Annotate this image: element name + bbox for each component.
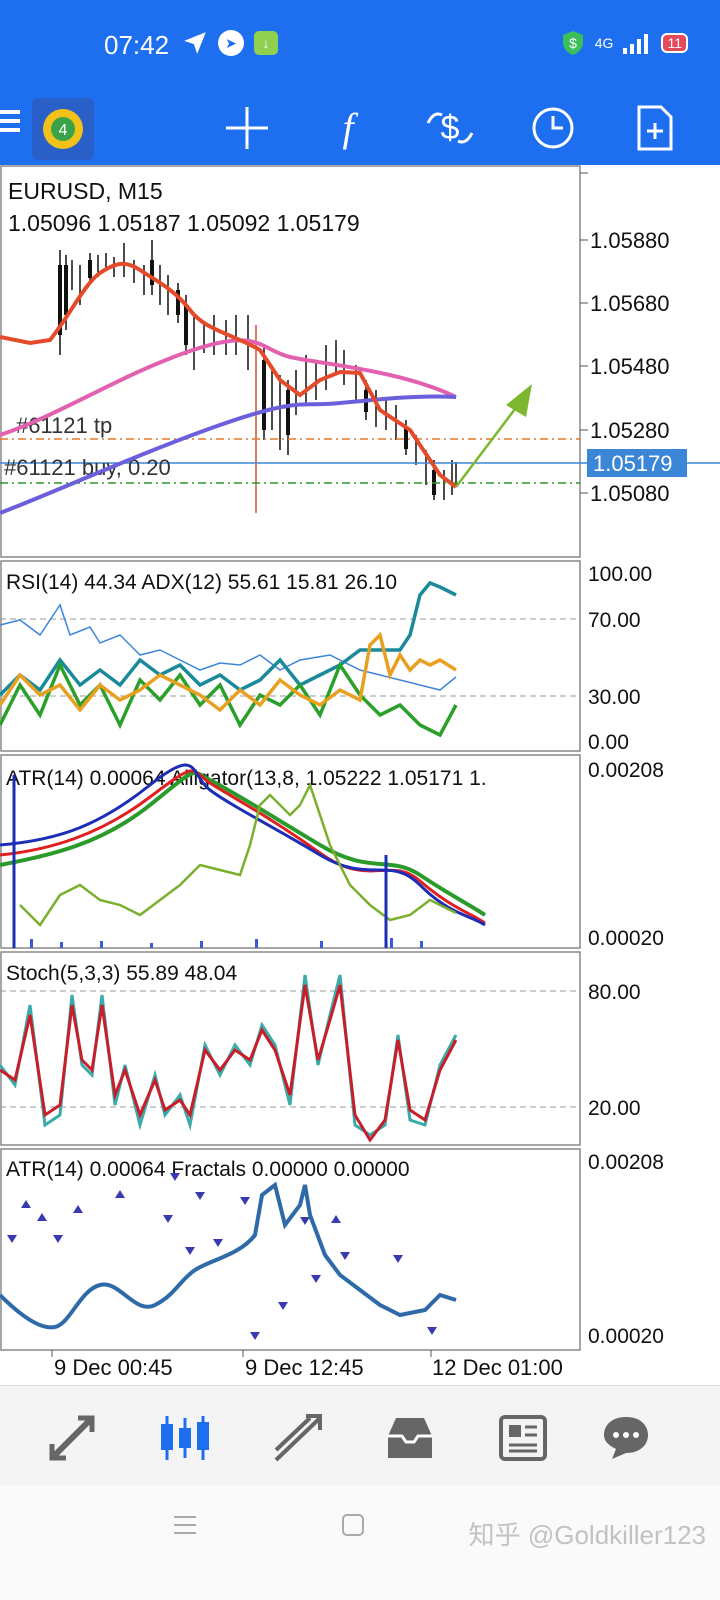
rsi-level-100: 100.00 — [588, 563, 652, 586]
trend-arrows-icon — [49, 1415, 95, 1461]
hamburger-menu-icon[interactable] — [0, 108, 22, 134]
price-level-1: 1.05880 — [590, 228, 670, 253]
chart-canvas[interactable]: EURUSD, M15 1.05096 1.05187 1.05092 1.05… — [0, 165, 720, 1385]
price-level-5: 1.05080 — [590, 481, 670, 506]
svg-text:$: $ — [569, 35, 577, 51]
nav-trade[interactable] — [268, 1408, 328, 1468]
clock: 07:42 — [104, 30, 170, 60]
system-navigation-bar: 知乎 @Goldkiller123 — [0, 1485, 720, 1600]
time-axis: 9 Dec 00:45 9 Dec 12:45 12 Dec 01:00 — [51, 1350, 563, 1380]
add-document-icon — [637, 105, 673, 151]
shield-dollar-icon: $ — [562, 31, 583, 55]
atr-alligator-level-high: 0.00208 — [588, 759, 664, 782]
take-profit-label: #61121 tp — [16, 413, 112, 438]
current-price-value: 1.05179 — [593, 451, 673, 476]
price-level-4: 1.05280 — [590, 418, 670, 443]
function-f-icon: f — [342, 105, 358, 150]
nav-messages[interactable] — [596, 1408, 656, 1468]
ohlc-label: 1.05096 1.05187 1.05092 1.05179 — [8, 210, 360, 236]
symbol-label: EURUSD, M15 — [8, 178, 163, 204]
line-trend-icon — [274, 1414, 322, 1462]
rsi-adx-label: RSI(14) 44.34 ADX(12) 55.61 15.81 26.10 — [6, 571, 397, 594]
system-status-icons: $ 4G 11 — [561, 30, 688, 56]
crosshair-button[interactable] — [219, 100, 275, 156]
rsi-level-30: 30.00 — [588, 686, 641, 709]
svg-text:$: $ — [441, 109, 460, 147]
time-label-3: 12 Dec 01:00 — [432, 1355, 563, 1380]
svg-text:f: f — [342, 105, 358, 150]
dollar-arrows-icon: $ — [426, 109, 474, 147]
nav-news[interactable] — [493, 1408, 553, 1468]
newspaper-icon — [499, 1415, 547, 1461]
stoch-level-80: 80.00 — [588, 981, 641, 1004]
time-label-1: 9 Dec 00:45 — [54, 1355, 173, 1380]
nav-quotes[interactable] — [42, 1408, 102, 1468]
candlestick-icon — [161, 1416, 209, 1460]
atr-alligator-level-low: 0.00020 — [588, 927, 664, 950]
nav-history[interactable] — [380, 1408, 440, 1468]
recent-apps-icon[interactable] — [172, 1513, 198, 1537]
crosshair-icon — [226, 107, 268, 149]
chart-toolbar: 4 f $ — [0, 90, 720, 165]
timeframe-button[interactable] — [525, 100, 581, 156]
atr-alligator-label: ATR(14) 0.00064 Alligator(13,8, 1.05222 … — [6, 767, 487, 790]
metatrader-logo-icon: 4 — [43, 109, 83, 149]
nav-chart[interactable] — [155, 1408, 215, 1468]
time-label-2: 9 Dec 12:45 — [245, 1355, 364, 1380]
price-level-2: 1.05680 — [590, 291, 670, 316]
new-order-button[interactable] — [627, 100, 683, 156]
download-icon: ↓ — [254, 31, 278, 55]
indicators-button[interactable]: f — [320, 100, 376, 156]
chart-area[interactable]: EURUSD, M15 1.05096 1.05187 1.05092 1.05… — [0, 165, 720, 1385]
bottom-navigation — [0, 1385, 720, 1486]
metatrader-logo[interactable]: 4 — [32, 98, 94, 160]
signal-icon — [623, 34, 649, 54]
watermark: 知乎 @Goldkiller123 — [468, 1520, 706, 1550]
price-level-3: 1.05480 — [590, 354, 670, 379]
stoch-level-20: 20.00 — [588, 1097, 641, 1120]
stochastic-label: Stoch(5,3,3) 55.89 48.04 — [6, 962, 237, 985]
svg-text:4: 4 — [59, 122, 68, 139]
notification-icons: ➤ ↓ — [182, 30, 278, 56]
location-arrow-icon — [184, 32, 206, 54]
home-icon[interactable] — [341, 1513, 365, 1537]
chat-bubble-icon — [604, 1417, 648, 1459]
inbox-icon — [388, 1418, 432, 1458]
battery-indicator: 11 — [661, 33, 688, 53]
atr-fractals-level-high: 0.00208 — [588, 1151, 664, 1174]
rsi-level-70: 70.00 — [588, 609, 641, 632]
telegram-icon: ➤ — [218, 30, 244, 56]
rsi-level-0: 0.00 — [588, 731, 629, 754]
status-bar: 07:42 ➤ ↓ $ 4G 11 — [0, 0, 720, 90]
network-type: 4G — [594, 35, 614, 51]
clock-icon — [532, 107, 574, 149]
atr-fractals-label: ATR(14) 0.00064 Fractals 0.00000 0.00000 — [6, 1158, 410, 1181]
atr-fractals-level-low: 0.00020 — [588, 1325, 664, 1348]
trade-button[interactable]: $ — [422, 100, 478, 156]
